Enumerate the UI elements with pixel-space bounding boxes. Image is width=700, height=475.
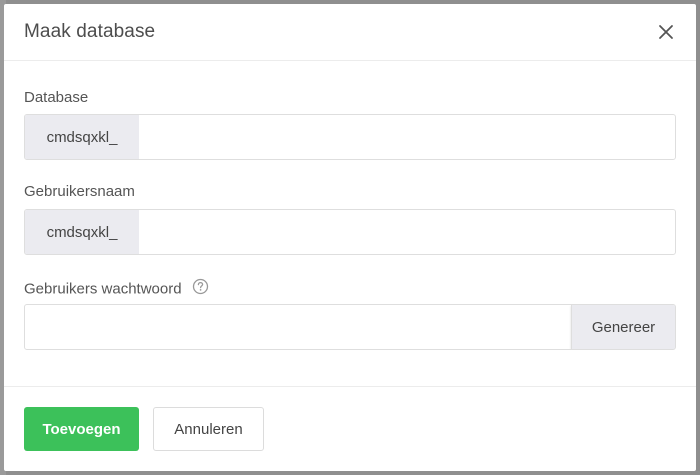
close-icon xyxy=(659,25,673,39)
password-label-row: Gebruikers wachtwoord xyxy=(24,278,209,300)
database-prefix: cmdsqxkl_ xyxy=(25,115,139,159)
database-label: Database xyxy=(24,89,89,106)
close-button[interactable] xyxy=(654,20,678,44)
username-prefix: cmdsqxkl_ xyxy=(25,210,139,254)
add-button[interactable]: Toevoegen xyxy=(24,407,139,451)
password-input-group: Genereer xyxy=(24,304,676,350)
username-label: Gebruikersnaam xyxy=(24,183,135,200)
generate-password-button[interactable]: Genereer xyxy=(571,305,675,349)
modal-footer: Toevoegen Annuleren xyxy=(4,386,696,471)
password-label: Gebruikers wachtwoord xyxy=(24,280,182,298)
modal-header: Maak database xyxy=(4,4,696,61)
cancel-button[interactable]: Annuleren xyxy=(153,407,264,451)
username-input-group: cmdsqxkl_ xyxy=(24,209,676,255)
question-circle-icon[interactable] xyxy=(192,278,209,299)
username-input[interactable] xyxy=(139,210,675,254)
database-input-group: cmdsqxkl_ xyxy=(24,114,676,160)
database-input[interactable] xyxy=(139,115,675,159)
password-input[interactable] xyxy=(25,305,571,349)
create-database-modal: Maak database Database cmdsqxkl_ Gebruik… xyxy=(4,4,696,471)
modal-title: Maak database xyxy=(24,21,156,42)
